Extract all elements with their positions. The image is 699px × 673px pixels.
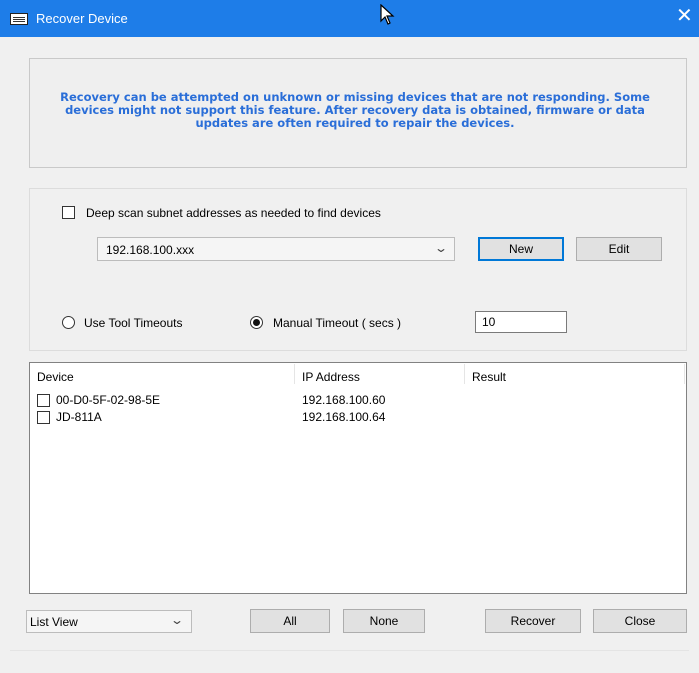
mouse-cursor-icon [380, 4, 395, 25]
column-header-device[interactable]: Device [37, 370, 74, 384]
status-divider [10, 650, 689, 651]
row-checkbox[interactable] [37, 394, 50, 407]
window-app-icon [10, 13, 28, 25]
recover-button[interactable]: Recover [485, 609, 581, 633]
use-tool-timeouts-label: Use Tool Timeouts [84, 316, 183, 330]
column-divider [294, 364, 295, 384]
manual-timeout-label: Manual Timeout ( secs ) [273, 316, 402, 330]
view-mode-value: List View [30, 615, 78, 629]
deep-scan-label: Deep scan subnet addresses as needed to … [86, 206, 381, 220]
new-button[interactable]: New [478, 237, 564, 261]
column-divider [684, 364, 685, 384]
ip-address-cell: 192.168.100.60 [302, 393, 386, 407]
select-none-button[interactable]: None [343, 609, 425, 633]
column-divider [464, 364, 465, 384]
chevron-down-icon[interactable]: ⌄ [170, 613, 184, 627]
row-checkbox[interactable] [37, 411, 50, 424]
device-name-cell[interactable]: JD-811A [56, 410, 102, 424]
info-message: Recovery can be attempted on unknown or … [60, 90, 650, 130]
ip-address-cell: 192.168.100.64 [302, 410, 386, 424]
column-header-ip-address[interactable]: IP Address [302, 370, 360, 384]
chevron-down-icon[interactable]: ⌄ [434, 241, 448, 255]
deep-scan-checkbox[interactable] [62, 206, 75, 219]
window-title: Recover Device [36, 11, 128, 26]
subnet-value: 192.168.100.xxx [106, 243, 195, 257]
close-icon[interactable]: ✕ [676, 6, 693, 26]
use-tool-timeouts-radio[interactable] [62, 316, 75, 329]
close-button[interactable]: Close [593, 609, 687, 633]
manual-timeout-input[interactable]: 10 [475, 311, 567, 333]
device-name-cell[interactable]: 00-D0-5F-02-98-5E [56, 393, 160, 407]
select-all-button[interactable]: All [250, 609, 330, 633]
manual-timeout-radio[interactable] [250, 316, 263, 329]
edit-button[interactable]: Edit [576, 237, 662, 261]
column-header-result[interactable]: Result [472, 370, 506, 384]
